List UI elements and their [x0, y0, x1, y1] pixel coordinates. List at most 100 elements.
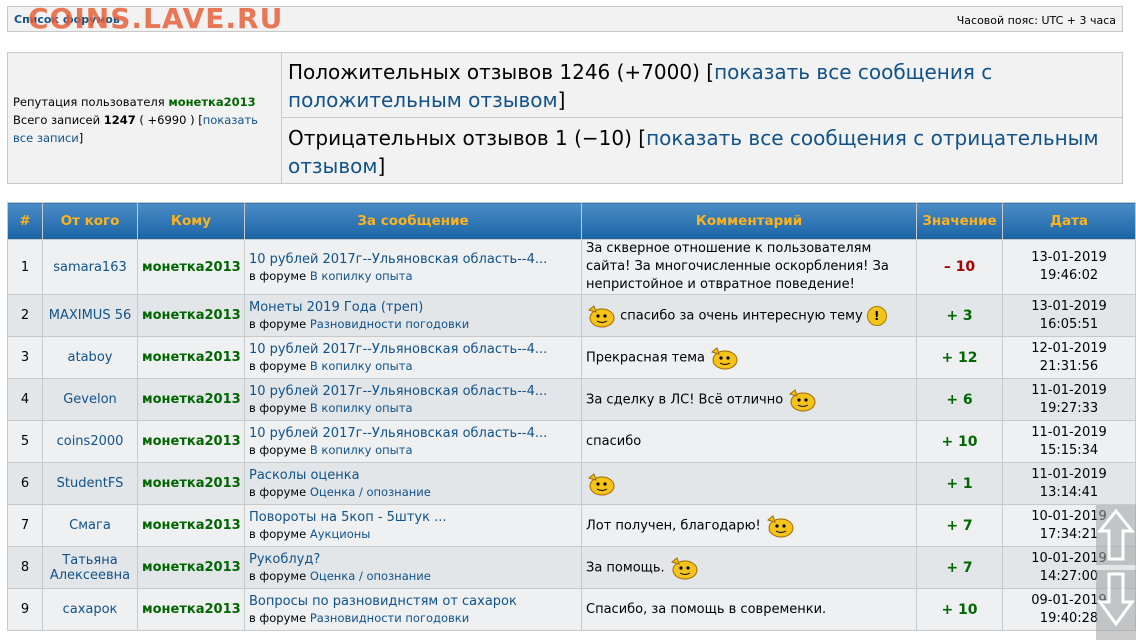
value-cell: + 3: [916, 294, 1003, 337]
message-title-link[interactable]: 10 рублей 2017г--Ульяновская область--4.…: [249, 384, 547, 399]
row-number: 5: [7, 420, 43, 463]
site-watermark-logo: COINS.LAVE.RU: [28, 2, 284, 35]
time-text: 14:27:00: [1039, 568, 1099, 584]
table-row: 5 coins2000 монетка2013 10 рублей 2017г--Ул…: [7, 420, 1136, 463]
to-user-link[interactable]: монетка2013: [137, 294, 245, 337]
value-cell: + 6: [916, 378, 1003, 421]
table-row: 3 ataboy монетка2013 10 рублей 2017г--Ульян…: [7, 336, 1136, 379]
date-cell: 12-01-2019 21:31:56: [1002, 336, 1136, 379]
col-header-message[interactable]: За сообщение: [244, 202, 582, 240]
records-delta: ( +6990 ): [139, 113, 195, 127]
value-cell: – 10: [916, 239, 1003, 295]
date-cell: 13-01-2019 19:46:02: [1002, 239, 1136, 295]
to-user-link[interactable]: монетка2013: [137, 504, 245, 547]
message-cell: 10 рублей 2017г--Ульяновская область--4.…: [244, 378, 582, 421]
value-cell: + 1: [916, 462, 1003, 505]
col-header-from[interactable]: От кого: [42, 202, 138, 240]
message-cell: Повороты на 5коп - 5штук ... в форуме Аук…: [244, 504, 582, 547]
forum-link[interactable]: Разновидности погодовки: [310, 611, 469, 625]
comment-text: Спасибо, за помощь в современки.: [586, 601, 827, 617]
time-text: 19:27:33: [1039, 400, 1099, 416]
table-row: 7 Смага монетка2013 Повороты на 5коп - 5шту…: [7, 504, 1136, 547]
smiley-icon: [670, 556, 698, 579]
positive-count-text: Положительных отзывов 1246 (+7000): [288, 60, 700, 84]
col-header-to[interactable]: Кому: [137, 202, 245, 240]
table-header-row: # От кого Кому За сообщение Комментарий …: [7, 202, 1136, 240]
from-user-link[interactable]: ataboy: [42, 336, 138, 379]
forum-link[interactable]: Разновидности погодовки: [310, 317, 469, 331]
forum-prefix: в форуме: [249, 611, 307, 625]
forum-prefix: в форуме: [249, 443, 307, 457]
comment-cell: Спасибо, за помощь в современки.: [581, 588, 917, 631]
message-title-link[interactable]: 10 рублей 2017г--Ульяновская область--4.…: [249, 426, 547, 441]
col-header-num[interactable]: #: [7, 202, 43, 240]
message-cell: 10 рублей 2017г--Ульяновская область--4.…: [244, 239, 582, 295]
to-user-link[interactable]: монетка2013: [137, 336, 245, 379]
message-cell: Вопросы по разновиднстям от сахарок в фор…: [244, 588, 582, 631]
from-user-link[interactable]: StudentFS: [42, 462, 138, 505]
username[interactable]: монетка2013: [168, 95, 255, 109]
from-user-link[interactable]: сахарок: [42, 588, 138, 631]
message-title-link[interactable]: 10 рублей 2017г--Ульяновская область--4.…: [249, 342, 547, 357]
to-user-link[interactable]: монетка2013: [137, 546, 245, 589]
from-user-link[interactable]: coins2000: [42, 420, 138, 463]
smiley-icon: [587, 304, 615, 327]
to-user-link[interactable]: монетка2013: [137, 420, 245, 463]
from-user-link[interactable]: Gevelon: [42, 378, 138, 421]
row-number: 4: [7, 378, 43, 421]
col-header-value[interactable]: Значение: [916, 202, 1003, 240]
reputation-table: # От кого Кому За сообщение Комментарий …: [7, 202, 1136, 631]
row-number: 2: [7, 294, 43, 337]
message-title-link[interactable]: 10 рублей 2017г--Ульяновская область--4.…: [249, 252, 547, 267]
smiley-icon: [766, 514, 794, 537]
forum-link[interactable]: Оценка / опознание: [310, 485, 431, 499]
date-text: 13-01-2019: [1031, 298, 1107, 314]
message-cell: Монеты 2019 Года (треп) в форуме Разновид…: [244, 294, 582, 337]
negative-count-text: Отрицательных отзывов 1 (−10): [288, 126, 632, 150]
forum-link[interactable]: В копилку опыта: [310, 269, 413, 283]
to-user-link[interactable]: монетка2013: [137, 378, 245, 421]
table-row: 2 MAXIMUS 56 монетка2013 Монеты 2019 Года (…: [7, 294, 1136, 337]
message-cell: Расколы оценка в форуме Оценка / опознани…: [244, 462, 582, 505]
comment-text: Прекрасная тема: [586, 350, 706, 365]
smiley-icon: [587, 472, 615, 495]
time-text: 21:31:56: [1039, 358, 1099, 374]
to-user-link[interactable]: монетка2013: [137, 462, 245, 505]
date-cell: 11-01-2019 15:15:34: [1002, 420, 1136, 463]
to-user-link[interactable]: монетка2013: [137, 588, 245, 631]
from-user-link[interactable]: MAXIMUS 56: [42, 294, 138, 337]
message-title-link[interactable]: Повороты на 5коп - 5штук ...: [249, 510, 446, 525]
col-header-comment[interactable]: Комментарий: [581, 202, 917, 240]
message-title-link[interactable]: Расколы оценка: [249, 468, 360, 483]
forum-link[interactable]: В копилку опыта: [310, 401, 413, 415]
message-title-link[interactable]: Вопросы по разновиднстям от сахарок: [249, 594, 517, 609]
forum-link[interactable]: Оценка / опознание: [310, 569, 431, 583]
value-cell: + 7: [916, 504, 1003, 547]
forum-link[interactable]: Аукционы: [310, 527, 371, 541]
summary-user-info: Репутация пользователя монетка2013 Всего…: [8, 53, 282, 183]
time-text: 13:14:41: [1039, 484, 1099, 500]
table-row: 9 сахарок монетка2013 Вопросы по разновиднс…: [7, 588, 1136, 631]
value-cell: + 10: [916, 588, 1003, 631]
scroll-down-button[interactable]: [1096, 570, 1136, 640]
col-header-date[interactable]: Дата: [1002, 202, 1136, 240]
forum-link[interactable]: В копилку опыта: [310, 359, 413, 373]
scroll-up-button[interactable]: [1096, 505, 1136, 565]
date-text: 13-01-2019: [1031, 250, 1107, 265]
from-user-link[interactable]: Татьяна Алексеевна: [42, 546, 138, 589]
comment-cell: спасибо: [581, 420, 917, 463]
value-cell: + 12: [916, 336, 1003, 379]
forum-link[interactable]: В копилку опыта: [310, 443, 413, 457]
forum-prefix: в форуме: [249, 359, 307, 373]
records-count: 1247: [103, 113, 136, 127]
comment-text: За сделку в ЛС! Всё отлично: [586, 392, 784, 407]
from-user-link[interactable]: samara163: [42, 239, 138, 295]
value-cell: + 10: [916, 420, 1003, 463]
message-title-link[interactable]: Рукоблуд?: [249, 552, 320, 567]
message-cell: 10 рублей 2017г--Ульяновская область--4.…: [244, 336, 582, 379]
message-title-link[interactable]: Монеты 2019 Года (треп): [249, 300, 423, 315]
to-user-link[interactable]: монетка2013: [137, 239, 245, 295]
row-number: 7: [7, 504, 43, 547]
from-user-link[interactable]: Смага: [42, 504, 138, 547]
date-text: 12-01-2019: [1031, 340, 1107, 356]
